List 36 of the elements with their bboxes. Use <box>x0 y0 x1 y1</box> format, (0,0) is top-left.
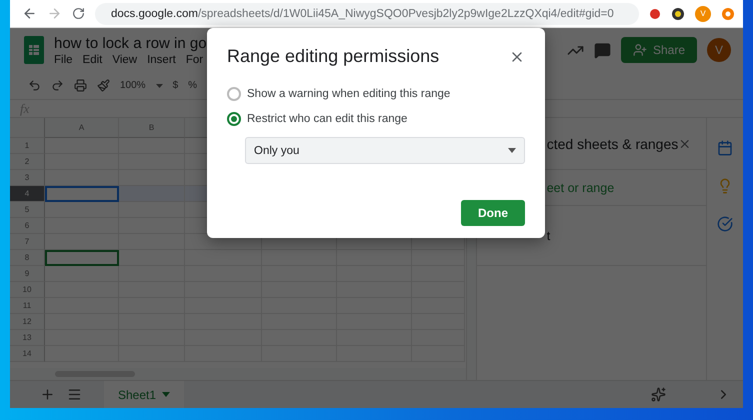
menu-item[interactable]: For <box>186 54 204 66</box>
row-header[interactable]: 13 <box>10 330 45 346</box>
url-text: docs.google.com/spreadsheets/d/1W0Lii45A_NiwygSQO0Pvesjb2ly2p9wIge2LzzQXqi4/edit#gid=0 <box>111 8 614 20</box>
menu-item[interactable]: Edit <box>82 54 102 66</box>
add-range-link[interactable]: eet or range <box>546 180 614 194</box>
row-header[interactable]: 7 <box>10 234 45 250</box>
row-header[interactable]: 5 <box>10 202 45 218</box>
row-header[interactable]: 3 <box>10 170 45 186</box>
row-header[interactable]: 10 <box>10 282 45 298</box>
row-header[interactable]: 6 <box>10 218 45 234</box>
row-header[interactable]: 8 <box>10 250 45 266</box>
row-header[interactable]: 4 <box>10 186 45 202</box>
row-header[interactable]: 14 <box>10 346 45 362</box>
currency-button[interactable]: $ <box>172 80 178 91</box>
menu-item[interactable]: File <box>54 54 73 66</box>
profile-avatar[interactable]: V <box>695 6 711 22</box>
address-bar[interactable]: docs.google.com/spreadsheets/d/1W0Lii45A_NiwygSQO0Pvesjb2ly2p9wIge2LzzQXqi4/edit#gid=0 <box>95 2 639 24</box>
option-label[interactable]: Show a warning when editing this range <box>247 88 450 100</box>
menu-item[interactable]: Insert <box>147 54 176 66</box>
row-header[interactable]: 12 <box>10 314 45 330</box>
account-avatar[interactable]: V <box>707 38 731 62</box>
percent-button[interactable]: % <box>188 80 198 91</box>
panel-title: cted sheets & ranges <box>546 136 678 152</box>
sheet-tab[interactable]: Sheet1 <box>104 380 184 408</box>
row-header[interactable]: 11 <box>10 298 45 314</box>
menu-item[interactable]: View <box>112 54 138 66</box>
editors-dropdown[interactable]: Only you <box>245 137 525 164</box>
dialog-title: Range editing permissions <box>227 46 440 67</box>
option-label[interactable]: Restrict who can edit this range <box>247 112 408 124</box>
row-header[interactable]: 9 <box>10 266 45 282</box>
panel-text: t <box>546 228 550 242</box>
share-button[interactable]: Share <box>620 37 697 63</box>
zoom-select[interactable]: 100% <box>120 80 146 91</box>
row-header[interactable]: 1 <box>10 138 45 154</box>
row-header[interactable]: 2 <box>10 154 45 170</box>
done-button[interactable]: Done <box>461 200 525 226</box>
